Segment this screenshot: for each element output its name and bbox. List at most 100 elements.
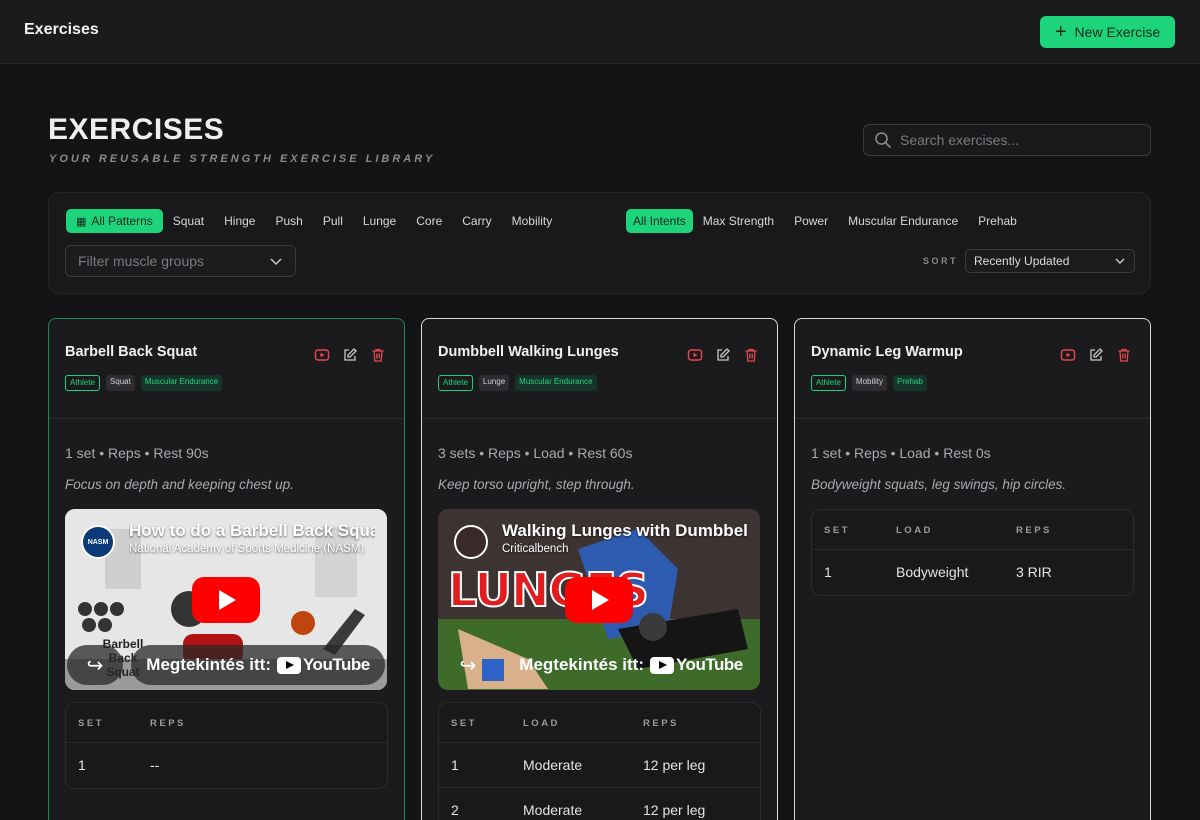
exercise-card[interactable]: Dumbbell Walking Lunges Athlete Lunge Mu… [421,318,778,820]
exercise-card[interactable]: Dynamic Leg Warmup Athlete Mobility Preh… [794,318,1151,820]
search-icon [875,132,891,148]
card-title: Barbell Back Squat [65,344,198,360]
chip-all-patterns[interactable]: ▦ All Patterns [66,209,163,233]
column-header: SET [824,525,850,536]
column-header: REPS [150,718,186,729]
column-header: LOAD [523,718,560,729]
reps-value: -- [150,757,160,773]
trash-icon[interactable] [743,347,759,363]
youtube-logo-icon: YouTube [276,655,370,675]
new-exercise-button[interactable]: + New Exercise [1040,16,1175,48]
card-header: Dumbbell Walking Lunges Athlete Lunge Mu… [422,319,777,419]
chip-pull[interactable]: Pull [313,209,353,233]
share-icon[interactable]: ↪ [67,645,123,685]
intent-filter-group: All Intents Max Strength Power Muscular … [626,209,1027,233]
chevron-down-icon [1115,258,1125,264]
sort-select[interactable]: Recently Updated [965,249,1135,273]
load-value: Bodyweight [896,564,969,580]
edit-icon[interactable] [715,347,731,363]
page-title: EXERCISES [48,113,225,146]
chip-max-strength[interactable]: Max Strength [693,209,784,233]
card-meta: 3 sets • Reps • Load • Rest 60s [438,445,633,461]
tag-pattern: Mobility [851,375,888,391]
chip-push[interactable]: Push [265,209,312,233]
tag-intent: Muscular Endurance [515,375,597,391]
watch-on-youtube[interactable]: Megtekintés itt: YouTube [504,645,758,685]
play-button[interactable] [192,577,260,623]
chip-lunge[interactable]: Lunge [353,209,406,233]
card-meta: 1 set • Reps • Load • Rest 0s [811,445,991,461]
sets-table: SET LOAD REPS 1 Bodyweight 3 RIR [811,509,1134,596]
card-actions [314,347,386,363]
video-channel: Criticalbench [502,543,569,555]
grid-icon: ▦ [76,216,87,228]
new-exercise-label: New Exercise [1074,24,1161,40]
tag-audience: Athlete [65,375,100,391]
sets-table: SET REPS 1 -- [65,702,388,789]
table-row: 2 Moderate 12 per leg [439,788,760,820]
chip-muscular-endurance[interactable]: Muscular Endurance [838,209,968,233]
reps-value: 3 RIR [1016,564,1052,580]
top-bar: Exercises + New Exercise [0,0,1200,64]
video-icon[interactable] [1060,347,1076,363]
chip-carry[interactable]: Carry [452,209,501,233]
exercise-card[interactable]: Barbell Back Squat Athlete Squat Muscula… [48,318,405,820]
chip-mobility[interactable]: Mobility [502,209,563,233]
tag-pattern: Lunge [478,375,510,391]
channel-logo: NASM [81,525,115,559]
card-title: Dynamic Leg Warmup [811,344,963,360]
chip-all-intents[interactable]: All Intents [626,209,693,233]
column-header: LOAD [896,525,933,536]
sort-value: Recently Updated [974,254,1070,268]
sets-table-header: SET LOAD REPS [439,703,760,743]
card-actions [687,347,759,363]
search-box[interactable] [863,124,1151,156]
chip-power[interactable]: Power [784,209,838,233]
card-header: Barbell Back Squat Athlete Squat Muscula… [49,319,404,419]
filter-panel: ▦ All Patterns Squat Hinge Push Pull Lung… [48,192,1151,294]
muscle-group-select[interactable]: Filter muscle groups [65,245,296,277]
card-note: Focus on depth and keeping chest up. [65,477,294,492]
tag-audience: Athlete [438,375,473,391]
video-channel: National Academy of Sports Medicine (NAS… [129,543,365,555]
plus-icon: + [1054,21,1067,43]
column-header: SET [78,718,104,729]
set-number: 2 [451,802,459,818]
search-input[interactable] [900,132,1140,148]
video-icon[interactable] [687,347,703,363]
table-row: 1 Moderate 12 per leg [439,743,760,788]
chip-hinge[interactable]: Hinge [214,209,265,233]
edit-icon[interactable] [1088,347,1104,363]
page-subtitle: YOUR REUSABLE STRENGTH EXERCISE LIBRARY [49,153,436,165]
trash-icon[interactable] [370,347,386,363]
reps-value: 12 per leg [643,802,706,818]
video-icon[interactable] [314,347,330,363]
video-title: Walking Lunges with Dumbbells [502,521,748,540]
trash-icon[interactable] [1116,347,1132,363]
card-meta: 1 set • Reps • Rest 90s [65,445,209,461]
chip-core[interactable]: Core [406,209,452,233]
video-embed[interactable]: LUNGES Walking Lunges with Dumbbells Cri… [438,509,760,690]
table-row: 1 Bodyweight 3 RIR [812,550,1133,595]
chip-prehab[interactable]: Prehab [968,209,1027,233]
tag-intent: Prehab [893,375,927,391]
card-note: Bodyweight squats, leg swings, hip circl… [811,477,1067,492]
app-title: Exercises [24,21,99,38]
card-title: Dumbbell Walking Lunges [438,344,619,360]
chip-squat[interactable]: Squat [163,209,214,233]
column-header: SET [451,718,477,729]
play-button[interactable] [565,577,633,623]
pattern-filter-group: ▦ All Patterns Squat Hinge Push Pull Lung… [66,209,562,233]
watch-on-youtube[interactable]: Megtekintés itt: YouTube [131,645,385,685]
muscle-group-placeholder: Filter muscle groups [78,253,205,269]
sort-label: SORT [923,256,959,266]
video-title: How to do a Barbell Back Squat [129,521,375,540]
tag-list: Athlete Squat Muscular Endurance [65,375,223,391]
card-note: Keep torso upright, step through. [438,477,635,492]
share-icon[interactable]: ↪ [440,645,496,685]
card-header: Dynamic Leg Warmup Athlete Mobility Preh… [795,319,1150,419]
video-embed[interactable]: NASM How to do a Barbell Back Squat Nati… [65,509,387,690]
edit-icon[interactable] [342,347,358,363]
set-number: 1 [824,564,832,580]
column-header: REPS [643,718,679,729]
